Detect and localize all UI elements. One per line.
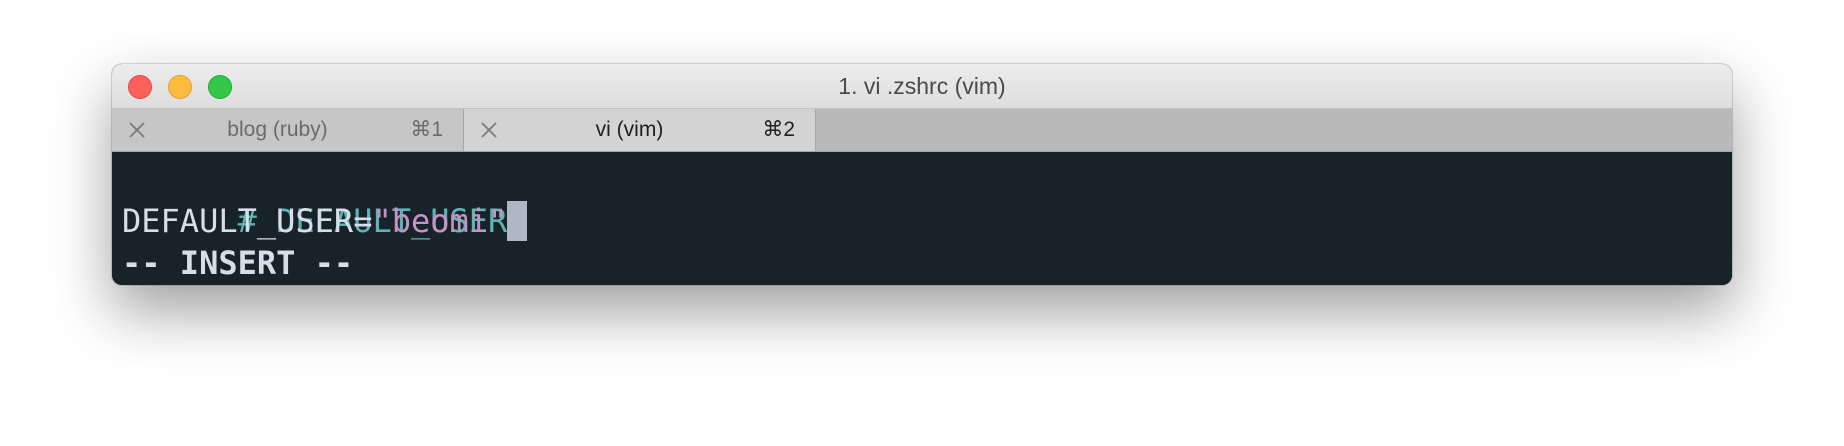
terminal-content[interactable]: # DEFAULT_USER DEFAULT_USER="beomi" -- I… <box>112 152 1732 285</box>
tab-shortcut: ⌘1 <box>410 118 443 141</box>
terminal-window: 1. vi .zshrc (vim) blog (ruby) ⌘1 vi (vi… <box>112 64 1732 285</box>
text-cursor <box>507 201 528 241</box>
close-icon[interactable] <box>480 121 498 139</box>
tab-label: vi (vim) <box>595 118 664 141</box>
tab-vi-vim[interactable]: vi (vim) ⌘2 <box>464 109 816 151</box>
tab-shortcut: ⌘2 <box>762 118 795 141</box>
editor-line-1: # DEFAULT_USER <box>122 158 1732 240</box>
window-title: 1. vi .zshrc (vim) <box>838 73 1006 99</box>
tab-bar: blog (ruby) ⌘1 vi (vim) ⌘2 <box>112 109 1732 152</box>
mode-indicator: -- INSERT -- <box>122 244 354 282</box>
title-bar[interactable]: 1. vi .zshrc (vim) <box>112 64 1732 109</box>
string-value: "beomi" <box>372 202 508 240</box>
variable-name: DEFAULT_USER= <box>122 202 373 240</box>
editor-line-2: DEFAULT_USER="beomi" <box>122 200 1732 242</box>
tab-label: blog (ruby) <box>227 118 328 141</box>
tab-blog-ruby[interactable]: blog (ruby) ⌘1 <box>112 109 464 151</box>
close-icon[interactable] <box>128 121 146 139</box>
